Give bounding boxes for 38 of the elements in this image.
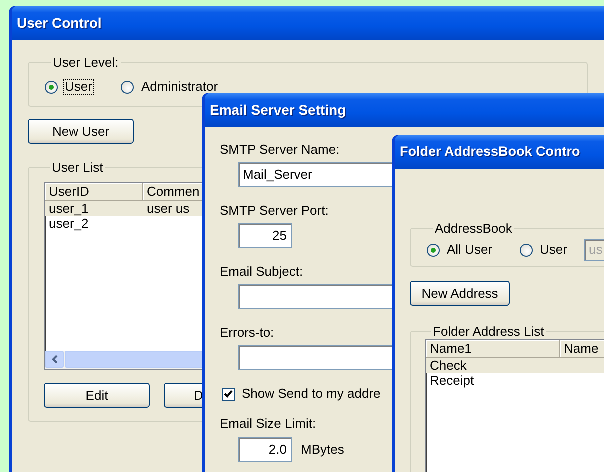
radio-button[interactable] <box>121 80 134 94</box>
checkbox[interactable] <box>222 388 235 400</box>
radio-label: User <box>64 80 94 94</box>
checkbox-label: Show Send to my addre <box>242 385 381 404</box>
field-label: SMTP Server Name: <box>220 141 340 159</box>
checkmark-icon <box>224 390 233 398</box>
list-row[interactable]: Receipt <box>426 373 604 388</box>
group-label: AddressBook <box>434 221 514 236</box>
radio-label: User <box>539 243 568 257</box>
radio-label: All User <box>446 243 494 257</box>
radio-button[interactable] <box>520 244 533 256</box>
list-cell-text: user_1 <box>48 202 90 216</box>
group-label: Folder Address List <box>432 324 546 339</box>
list-cell-text: user us <box>146 202 191 216</box>
list-cell-text: Receipt <box>429 374 476 388</box>
field-label: Errors-to: <box>220 324 274 342</box>
field-label: Email Size Limit: <box>220 415 316 433</box>
field-label: Email Subject: <box>220 263 304 281</box>
input-field[interactable]: 25 <box>238 223 292 248</box>
window-title: Folder AddressBook Contro <box>400 142 580 161</box>
radio-label: Administrator <box>140 80 220 94</box>
list-row[interactable]: Check <box>426 358 604 373</box>
window-title: User Control <box>17 14 102 32</box>
radio-button[interactable] <box>427 244 440 256</box>
radio-button[interactable] <box>45 80 58 94</box>
input-field[interactable]: 2.0 <box>238 437 292 462</box>
column-header[interactable]: UserID <box>45 183 143 201</box>
window-title: Email Server Setting <box>210 100 346 120</box>
unit-label: MBytes <box>301 440 344 459</box>
column-header[interactable]: Name1 <box>426 340 560 358</box>
group-label: User Level: <box>52 55 120 70</box>
group-label: User List <box>51 160 104 175</box>
scroll-left-button[interactable] <box>45 351 64 368</box>
field-label: SMTP Server Port: <box>220 202 329 220</box>
new-address-button[interactable]: New Address <box>410 281 510 306</box>
list-cell-text: Check <box>429 358 468 372</box>
new-user-button[interactable]: New User <box>28 119 134 144</box>
dialog-button[interactable]: Edit <box>44 383 150 408</box>
